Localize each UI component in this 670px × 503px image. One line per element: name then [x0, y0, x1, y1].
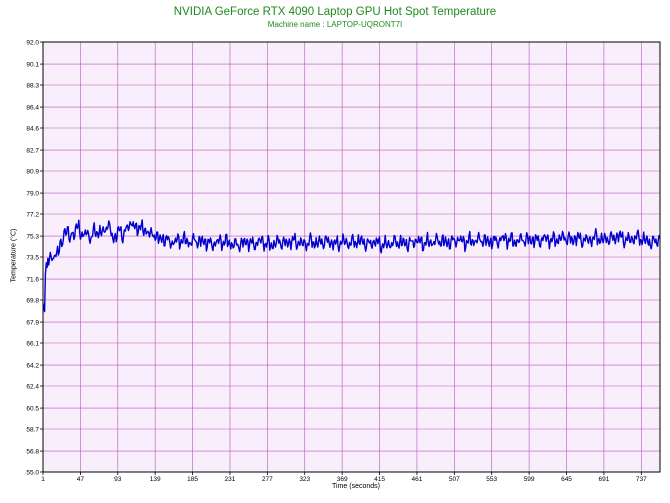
x-tick-label: 277 [262, 476, 273, 483]
y-tick-label: 71.6 [26, 276, 39, 283]
x-tick-label: 415 [374, 476, 385, 483]
y-tick-label: 92.0 [26, 39, 39, 46]
y-tick-label: 69.8 [26, 297, 39, 304]
y-tick-label: 82.7 [26, 147, 39, 154]
y-tick-label: 77.2 [26, 211, 39, 218]
x-tick-label: 93 [114, 476, 122, 483]
y-tick-label: 67.9 [26, 319, 39, 326]
line-chart: 55.0 56.8 58.7 60.5 62.4 64.2 66.1 67.9 69.8 71.6… [26, 39, 661, 483]
x-tick-label: 185 [187, 476, 198, 483]
x-tick-label: 645 [561, 476, 572, 483]
y-tick-label: 62.4 [26, 383, 39, 390]
y-tick-label: 79.0 [26, 190, 39, 197]
x-tick-label: 737 [636, 476, 647, 483]
y-axis-ticks: 55.0 56.8 58.7 60.5 62.4 64.2 66.1 67.9 69.8 71.6… [26, 39, 43, 476]
y-tick-label: 88.3 [26, 82, 39, 89]
x-tick-label: 139 [150, 476, 161, 483]
x-tick-label: 47 [77, 476, 85, 483]
y-tick-label: 66.1 [26, 340, 39, 347]
x-tick-label: 461 [412, 476, 423, 483]
y-tick-label: 58.7 [26, 426, 39, 433]
y-tick-label: 60.5 [26, 405, 39, 412]
x-tick-label: 231 [225, 476, 236, 483]
y-tick-label: 90.1 [26, 61, 39, 68]
x-tick-label: 1 [41, 476, 45, 483]
x-tick-label: 507 [449, 476, 460, 483]
y-tick-label: 84.6 [26, 125, 39, 132]
x-tick-label: 369 [337, 476, 348, 483]
y-tick-label: 73.5 [26, 254, 39, 261]
x-tick-label: 553 [486, 476, 497, 483]
x-tick-label: 323 [299, 476, 310, 483]
y-tick-label: 80.9 [26, 168, 39, 175]
y-tick-label: 55.0 [26, 469, 39, 476]
y-tick-label: 86.4 [26, 104, 39, 111]
y-tick-label: 56.8 [26, 448, 39, 455]
x-tick-label: 599 [524, 476, 535, 483]
x-axis-ticks: 1 47 93 139 185 231 277 323 369 415 461 507 553 599 64… [41, 472, 647, 483]
x-tick-label: 691 [598, 476, 609, 483]
y-tick-label: 75.3 [26, 233, 39, 240]
y-tick-label: 64.2 [26, 362, 39, 369]
